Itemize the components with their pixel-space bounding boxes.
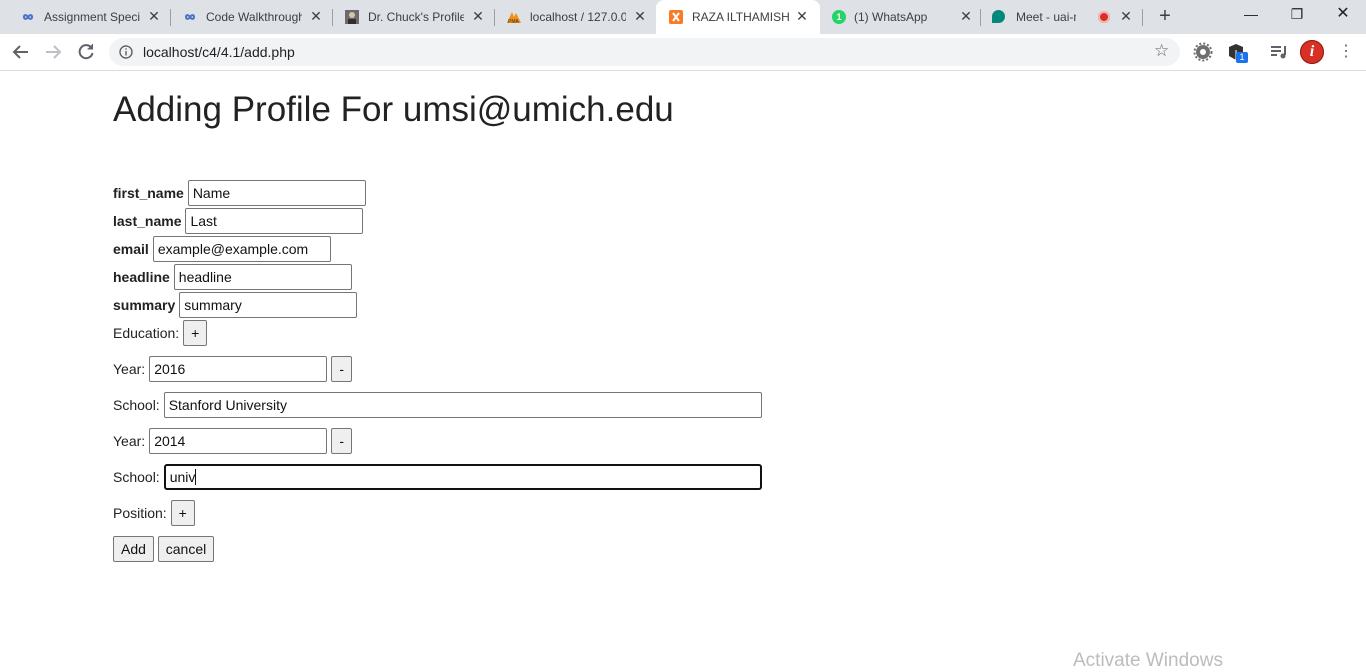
last-name-input[interactable]: Last	[185, 208, 364, 234]
last-name-row: last_name Last	[113, 208, 364, 234]
recording-icon	[1098, 11, 1110, 23]
school-label: School:	[113, 397, 160, 413]
education-row: Education: +	[113, 320, 208, 346]
activation-watermark: Activate Windows	[1073, 650, 1223, 671]
headline-label: headline	[113, 269, 170, 285]
minimize-button[interactable]: —	[1228, 0, 1274, 30]
education-school-input[interactable]: Stanford University	[163, 392, 762, 418]
whatsapp-icon: 1	[832, 10, 846, 24]
tab-title: Assignment Specif	[44, 10, 140, 24]
portrait-icon	[345, 10, 359, 24]
tab-title: (1) WhatsApp	[854, 10, 928, 24]
education-year-row: Year: 2016 -	[113, 356, 353, 382]
first-name-row: first_name Name	[113, 180, 366, 206]
close-window-button[interactable]: ✕	[1320, 0, 1366, 30]
tab-assignment-spec[interactable]: Assignment Specif ✕	[8, 0, 168, 34]
email-input[interactable]: example@example.com	[152, 236, 331, 262]
tab-divider	[1142, 9, 1143, 26]
text-caret	[195, 469, 197, 485]
page-title: Adding Profile For umsi@umich.edu	[113, 90, 674, 129]
cancel-button[interactable]: cancel	[158, 536, 214, 562]
tab-strip: Assignment Specif ✕ Code Walkthrough ✕ D…	[0, 0, 1366, 34]
first-name-input[interactable]: Name	[187, 180, 366, 206]
extension-cube-icon[interactable]: 1	[1226, 42, 1248, 63]
year-label: Year:	[113, 361, 146, 377]
phpmyadmin-icon: PMA	[507, 12, 521, 24]
close-tab-icon[interactable]: ✕	[308, 8, 324, 24]
reload-icon[interactable]	[76, 42, 96, 62]
close-tab-icon[interactable]: ✕	[470, 8, 486, 24]
close-tab-icon[interactable]: ✕	[794, 8, 810, 24]
tab-phpmyadmin[interactable]: PMA localhost / 127.0.0 ✕	[494, 0, 656, 34]
school-label: School:	[113, 469, 160, 485]
tab-title: localhost / 127.0.0	[530, 10, 626, 24]
new-tab-button[interactable]: +	[1154, 6, 1176, 28]
education-year-input[interactable]: 2014	[149, 428, 328, 454]
email-label: email	[113, 241, 149, 257]
infinity-icon	[22, 14, 34, 20]
last-name-label: last_name	[113, 213, 182, 229]
extension-badge: 1	[1236, 52, 1248, 63]
position-row: Position: +	[113, 500, 195, 526]
summary-label: summary	[113, 297, 176, 313]
maximize-button[interactable]: ❐	[1274, 0, 1320, 30]
remove-education-button[interactable]: -	[331, 428, 353, 454]
close-tab-icon[interactable]: ✕	[958, 8, 974, 24]
info-icon[interactable]	[119, 45, 133, 59]
education-school-input[interactable]: univ	[163, 464, 762, 490]
close-tab-icon[interactable]: ✕	[146, 8, 162, 24]
extension-gear-icon[interactable]	[1193, 42, 1213, 62]
meet-icon	[992, 10, 1005, 23]
tab-meet[interactable]: Meet - uai-nro ✕	[980, 0, 1142, 34]
browser-toolbar: localhost/c4/4.1/add.php ☆ 1 i ⋮	[0, 34, 1366, 71]
headline-input[interactable]: headline	[173, 264, 352, 290]
year-label: Year:	[113, 433, 146, 449]
back-icon[interactable]	[11, 42, 31, 62]
url-text: localhost/c4/4.1/add.php	[143, 44, 295, 60]
media-controls-icon[interactable]	[1269, 42, 1289, 62]
add-button[interactable]: Add	[113, 536, 154, 562]
tab-title: RAZA ILTHAMISH	[692, 10, 790, 24]
education-label: Education:	[113, 325, 180, 341]
profile-avatar[interactable]: i	[1300, 40, 1324, 64]
close-tab-icon[interactable]: ✕	[1118, 8, 1134, 24]
avatar-glyph-icon: i	[1309, 43, 1315, 60]
position-label: Position:	[113, 505, 167, 521]
xampp-icon	[669, 10, 683, 24]
email-row: email example@example.com	[113, 236, 331, 262]
close-tab-icon[interactable]: ✕	[632, 8, 648, 24]
remove-education-button[interactable]: -	[331, 356, 353, 382]
tab-title: Code Walkthrough	[206, 10, 302, 24]
tab-raza-ilthamish[interactable]: RAZA ILTHAMISH ✕	[656, 0, 820, 34]
tab-code-walkthrough[interactable]: Code Walkthrough ✕	[170, 0, 330, 34]
tab-whatsapp[interactable]: 1 (1) WhatsApp ✕	[820, 0, 980, 34]
menu-icon[interactable]: ⋮	[1336, 42, 1356, 62]
infinity-icon	[184, 14, 196, 20]
form-actions: Add cancel	[113, 536, 214, 562]
summary-row: summary summary	[113, 292, 358, 318]
education-year-row: Year: 2014 -	[113, 428, 353, 454]
bookmark-star-icon[interactable]: ☆	[1154, 41, 1169, 61]
first-name-label: first_name	[113, 185, 184, 201]
education-year-input[interactable]: 2016	[149, 356, 328, 382]
education-school-row: School: univ	[113, 464, 762, 490]
school-input-value: univ	[169, 469, 196, 485]
forward-icon[interactable]	[43, 42, 63, 62]
education-school-row: School: Stanford University	[113, 392, 762, 418]
tab-title: Dr. Chuck's Profile	[368, 10, 464, 24]
summary-input[interactable]: summary	[179, 292, 358, 318]
tab-dr-chuck-profile[interactable]: Dr. Chuck's Profile ✕	[332, 0, 492, 34]
add-position-button[interactable]: +	[170, 500, 195, 526]
address-bar[interactable]: localhost/c4/4.1/add.php ☆	[109, 38, 1180, 66]
tab-title: Meet - uai-nro	[1016, 10, 1076, 24]
svg-text:PMA: PMA	[508, 19, 520, 24]
add-education-button[interactable]: +	[183, 320, 208, 346]
headline-row: headline headline	[113, 264, 352, 290]
